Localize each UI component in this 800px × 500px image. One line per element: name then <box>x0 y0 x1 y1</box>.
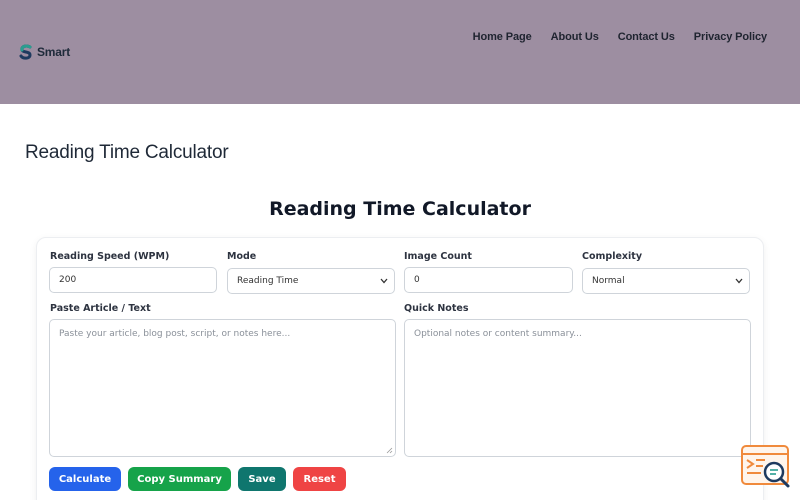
speed-input[interactable]: 200 <box>49 267 217 293</box>
main-nav: Home Page About Us Contact Us Privacy Po… <box>473 31 767 43</box>
reset-button[interactable]: Reset <box>293 467 346 491</box>
image-count-value: 0 <box>414 275 420 285</box>
article-textarea[interactable]: Paste your article, blog post, script, o… <box>49 319 396 457</box>
logo-text: Smart <box>37 45 71 59</box>
nav-about-us[interactable]: About Us <box>551 31 599 43</box>
mode-label: Mode <box>227 251 257 262</box>
nav-contact-us[interactable]: Contact Us <box>618 31 675 43</box>
article-label: Paste Article / Text <box>50 303 151 314</box>
page-title: Reading Time Calculator <box>25 142 229 163</box>
complexity-select[interactable]: Normal <box>582 268 750 294</box>
tool-title: Reading Time Calculator <box>269 198 531 220</box>
speed-label: Reading Speed (WPM) <box>50 251 170 262</box>
chevron-down-icon <box>380 278 388 284</box>
save-button[interactable]: Save <box>238 467 286 491</box>
site-header: Smart Home Page About Us Contact Us Priv… <box>0 0 800 104</box>
notes-textarea[interactable]: Optional notes or content summary... <box>404 319 751 457</box>
nav-privacy-policy[interactable]: Privacy Policy <box>694 31 767 43</box>
nav-home-page[interactable]: Home Page <box>473 31 532 43</box>
notes-placeholder: Optional notes or content summary... <box>414 329 582 339</box>
image-count-label: Image Count <box>404 251 472 262</box>
complexity-value: Normal <box>592 276 625 286</box>
copy-summary-button[interactable]: Copy Summary <box>128 467 231 491</box>
notes-label: Quick Notes <box>404 303 469 314</box>
site-logo[interactable]: Smart <box>18 44 70 60</box>
image-count-input[interactable]: 0 <box>404 267 573 293</box>
complexity-label: Complexity <box>582 251 643 262</box>
chevron-down-icon <box>735 278 743 284</box>
article-placeholder: Paste your article, blog post, script, o… <box>59 329 291 339</box>
smart-logo-icon <box>19 44 32 60</box>
resize-grip-icon[interactable] <box>386 447 393 454</box>
mode-select[interactable]: Reading Time <box>227 268 395 294</box>
search-chat-icon[interactable] <box>741 445 791 489</box>
mode-value: Reading Time <box>237 276 299 286</box>
calculate-button[interactable]: Calculate <box>49 467 121 491</box>
speed-value: 200 <box>59 275 77 285</box>
